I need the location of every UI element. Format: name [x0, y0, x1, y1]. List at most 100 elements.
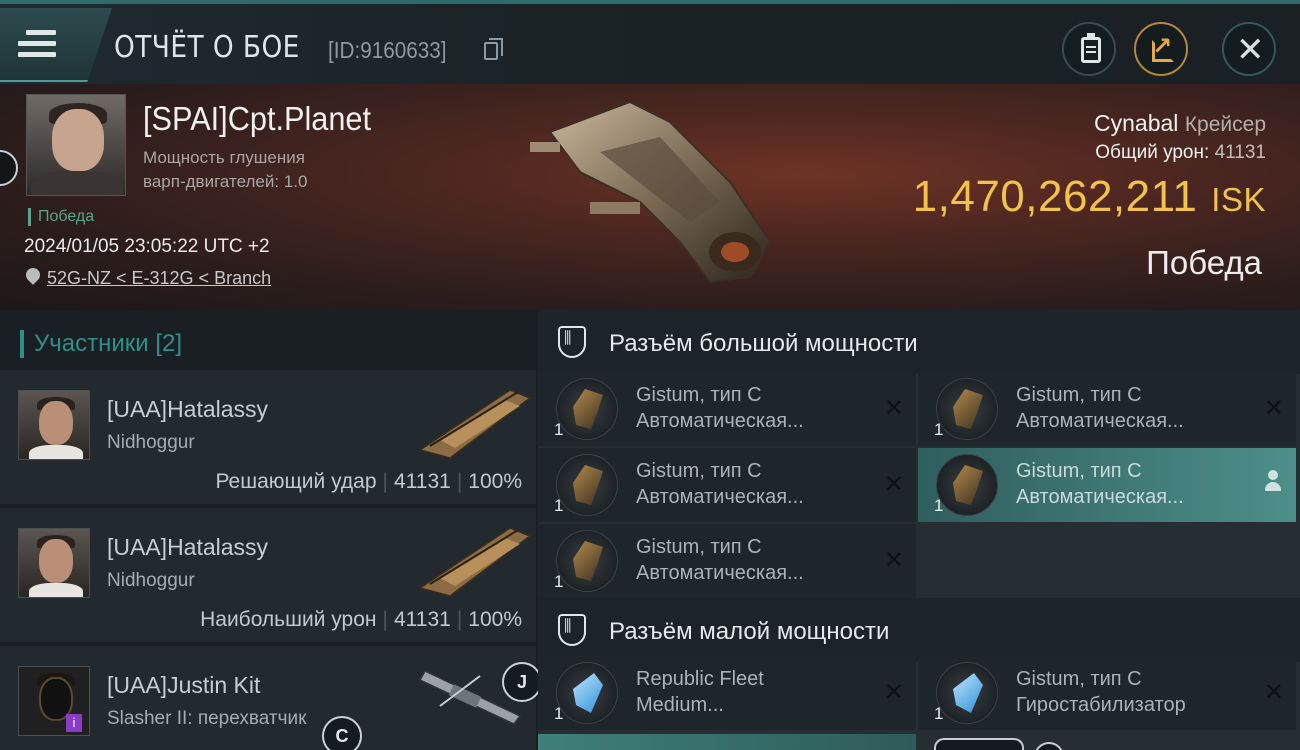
module-name: Gistum, тип C: [636, 460, 762, 482]
destroyed-icon: ✕: [1263, 395, 1284, 422]
avatar[interactable]: [18, 390, 90, 460]
module-item[interactable]: 1 Gistum, тип C Автоматическая... ✕: [538, 524, 916, 598]
hamburger-icon[interactable]: [18, 30, 56, 60]
participants-count: [2]: [155, 330, 183, 357]
armor-module-icon: [556, 662, 618, 724]
module-quantity: 1: [554, 572, 564, 591]
copy-icon[interactable]: [484, 38, 503, 60]
participant-row[interactable]: i [UAA]Justin Kit Slasher II: перехватчи…: [0, 646, 536, 750]
module-quantity: 1: [934, 420, 944, 439]
participant-role: Решающий удар: [215, 470, 377, 493]
victim-ship-image[interactable]: [520, 92, 780, 292]
participant-name[interactable]: [UAA]Justin Kit: [107, 672, 260, 699]
victim-ship-type: Cynabal Крейсер: [1094, 110, 1266, 137]
location-pin-icon: [23, 265, 43, 285]
close-icon: ✕: [1236, 31, 1265, 69]
participant-row[interactable]: [UAA]Hatalassy Nidhoggur Наибольший урон…: [0, 508, 536, 644]
participant-percent: 100%: [468, 470, 522, 493]
module-name: Gistum, тип C: [636, 536, 762, 558]
partial-button[interactable]: [934, 738, 1024, 750]
participants-panel: Участники [2] [UAA]Hatalassy Nidhoggur Р…: [0, 310, 538, 750]
menu-tab[interactable]: [0, 8, 112, 82]
module-item-partial[interactable]: [538, 734, 916, 750]
total-damage: Общий урон: 41131: [1095, 142, 1266, 164]
module-item[interactable]: 1 Gistum, тип C Автоматическая... ✕: [918, 372, 1296, 446]
ship-class: Крейсер: [1184, 113, 1266, 136]
report-id: [ID:9160633]: [328, 37, 447, 63]
avatar[interactable]: [18, 528, 90, 598]
warp-strength-line2: варп-двигателей: 1.0: [143, 172, 308, 191]
corner-badge: [0, 150, 18, 186]
participants-label: Участники: [34, 330, 149, 357]
turret-icon: [556, 378, 618, 440]
participant-name[interactable]: [UAA]Hatalassy: [107, 534, 268, 561]
share-arrow-icon: ↗: [1152, 33, 1173, 60]
victim-banner: [SPAI]Cpt.Planet Мощность глушения варп-…: [0, 84, 1300, 310]
participant-ship-image[interactable]: [410, 380, 536, 460]
location-link[interactable]: 52G-NZ < E-312G < Branch: [47, 268, 271, 289]
victim-name[interactable]: [SPAI]Cpt.Planet: [143, 100, 371, 138]
letter-badge-j: J: [502, 662, 542, 702]
module-quantity: 1: [554, 704, 564, 723]
module-quantity: 1: [554, 496, 564, 515]
module-item[interactable]: 1 Republic Fleet Medium... ✕: [538, 656, 916, 730]
module-name: Gistum, тип C: [1016, 668, 1142, 690]
module-type: Автоматическая...: [636, 410, 804, 432]
user-icon[interactable]: [1264, 470, 1282, 492]
participant-name[interactable]: [UAA]Hatalassy: [107, 396, 268, 423]
module-name: Gistum, тип C: [1016, 460, 1142, 482]
total-damage-value: 41131: [1214, 142, 1266, 163]
module-quantity: 1: [934, 496, 944, 515]
participant-stats: Наибольший урон | 41131 | 100%: [200, 608, 522, 631]
module-type: Гиростабилизатор: [1016, 694, 1186, 716]
high-slot-header: Разъём большой мощности: [538, 310, 1300, 374]
high-slot-icon: [558, 326, 586, 358]
module-item[interactable]: 1 Gistum, тип C Автоматическая... ✕: [538, 448, 916, 522]
turret-icon: [936, 454, 998, 516]
low-slot-header: Разъём малой мощности: [538, 598, 1300, 662]
module-item-dropped[interactable]: 1 Gistum, тип C Автоматическая...: [918, 448, 1296, 522]
module-type: Medium...: [636, 694, 724, 716]
close-button[interactable]: ✕: [1222, 22, 1276, 76]
low-slot-icon: [558, 614, 586, 646]
destroyed-icon: ✕: [883, 395, 904, 422]
destroyed-icon: ✕: [883, 471, 904, 498]
module-name: Republic Fleet: [636, 668, 764, 690]
participant-percent: 100%: [468, 608, 522, 631]
module-name: Gistum, тип C: [636, 384, 762, 406]
participant-stats: Решающий удар | 41131 | 100%: [215, 470, 522, 493]
high-slot-title: Разъём большой мощности: [609, 330, 918, 357]
module-type: Автоматическая...: [1016, 486, 1184, 508]
share-button[interactable]: ↗: [1134, 22, 1188, 76]
low-slot-title: Разъём малой мощности: [609, 618, 890, 645]
module-name: Gistum, тип C: [1016, 384, 1142, 406]
participant-role: Наибольший урон: [200, 608, 377, 631]
isk-unit: ISK: [1211, 181, 1266, 218]
info-badge: i: [66, 714, 82, 732]
warp-strength: Мощность глушения варп-двигателей: 1.0: [143, 146, 383, 194]
module-item[interactable]: 1 Gistum, тип C Гиростабилизатор ✕: [918, 656, 1296, 730]
top-bar: ОТЧЁТ О БОЕ [ID:9160633] ↗ ✕: [0, 0, 1300, 84]
destroyed-icon: ✕: [883, 547, 904, 574]
partial-icon: [1034, 742, 1064, 750]
warp-strength-line1: Мощность глушения: [143, 148, 305, 167]
module-quantity: 1: [934, 704, 944, 723]
clipboard-button[interactable]: [1062, 22, 1116, 76]
victim-portrait[interactable]: [26, 94, 126, 196]
ship-name[interactable]: Cynabal: [1094, 110, 1178, 136]
turret-icon: [556, 530, 618, 592]
status-badge: Победа: [28, 208, 94, 226]
participants-title: Участники [2]: [20, 330, 182, 358]
participant-ship: Nidhoggur: [107, 432, 195, 453]
module-type: Автоматическая...: [1016, 410, 1184, 432]
module-type: Автоматическая...: [636, 562, 804, 584]
participant-row[interactable]: [UAA]Hatalassy Nidhoggur Решающий удар | 4…: [0, 370, 536, 506]
participant-ship: Slasher II: перехватчик: [107, 708, 307, 729]
participant-ship-image[interactable]: [410, 518, 536, 598]
fitting-panel: Разъём большой мощности 1 Gistum, тип C …: [538, 310, 1300, 750]
participant-damage: 41131: [393, 608, 451, 631]
clipboard-icon: [1081, 33, 1101, 63]
module-item[interactable]: 1 Gistum, тип C Автоматическая... ✕: [538, 372, 916, 446]
total-damage-label: Общий урон:: [1095, 142, 1210, 163]
letter-badge-c: C: [322, 716, 362, 750]
